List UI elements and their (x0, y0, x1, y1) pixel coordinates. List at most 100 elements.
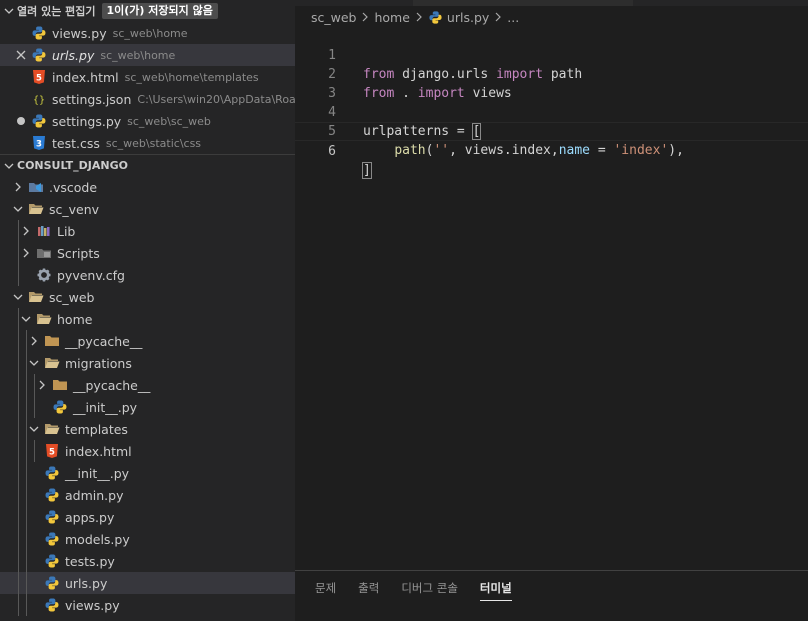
chevron-down-icon (2, 4, 16, 18)
tree-item-index-html[interactable]: 5 index.html (0, 440, 295, 462)
code-area[interactable]: 1 from django.urls import path 2 from . … (295, 27, 808, 179)
open-editor-item-views-py[interactable]: views.py sc_web\home (0, 22, 295, 44)
tree-item-migrations-init-py[interactable]: __init__.py (0, 396, 295, 418)
code-line: 1 from django.urls import path (295, 27, 808, 82)
tree-label: urls.py (65, 575, 108, 591)
open-editors-header[interactable]: 열려 있는 편집기 1이(가) 저장되지 않음 (0, 0, 295, 22)
file-name: urls.py (52, 47, 95, 63)
chevron-right-icon (11, 180, 25, 194)
folder-open-icon (36, 311, 52, 327)
open-editors-title: 열려 있는 편집기 (17, 5, 96, 18)
chevron-right-icon (27, 334, 41, 348)
editor: sc_web home urls.py ... 1 from django.ur… (295, 0, 808, 570)
chevron-down-icon (27, 356, 41, 370)
tree-item-views-py[interactable]: views.py (0, 594, 295, 616)
tab-debug-console[interactable]: 디버그 콘솔 (401, 571, 458, 605)
tree-label: migrations (65, 355, 132, 371)
tree-item-migrations[interactable]: migrations (0, 352, 295, 374)
python-icon (44, 531, 60, 547)
library-folder-icon (36, 223, 52, 239)
tab-terminal[interactable]: 터미널 (479, 571, 512, 605)
breadcrumb-item[interactable]: sc_web (311, 10, 356, 25)
svg-text:3: 3 (36, 140, 42, 150)
tree-label: Lib (57, 223, 76, 239)
python-icon (44, 465, 60, 481)
explorer-header[interactable]: CONSULT_DJANGO (0, 154, 295, 176)
chevron-right-icon (493, 12, 503, 22)
breadcrumb-item[interactable]: urls.py (447, 10, 489, 25)
code-line-current: 6 ] (295, 122, 808, 179)
file-name: views.py (52, 25, 107, 41)
tree-item-home[interactable]: home (0, 308, 295, 330)
vscode-folder-icon (28, 179, 44, 195)
explorer-title: CONSULT_DJANGO (17, 159, 128, 172)
tab-problems[interactable]: 문제 (315, 571, 336, 605)
svg-text:5: 5 (36, 74, 42, 84)
python-icon (44, 487, 60, 503)
line-number: 6 (328, 144, 336, 159)
line-content: ] (362, 162, 372, 179)
folder-icon (44, 333, 60, 349)
file-name: settings.json (52, 91, 132, 107)
file-path: sc_web\home (100, 48, 176, 62)
tree-label: sc_venv (49, 201, 100, 217)
open-editor-item-settings-json[interactable]: {} settings.json C:\Users\win20\AppData\… (0, 88, 295, 110)
html-icon: 5 (44, 443, 60, 459)
file-name: index.html (52, 69, 119, 85)
file-name: test.css (52, 135, 100, 151)
tree-item-sc-web[interactable]: sc_web (0, 286, 295, 308)
folder-icon (52, 377, 68, 393)
file-path: sc_web\sc_web (127, 114, 211, 128)
close-icon[interactable] (14, 48, 28, 62)
tree-item-urls-py[interactable]: urls.py (0, 572, 295, 594)
code-line: 5 path('', views.index,name = 'index'), (295, 103, 808, 158)
tree-item-templates[interactable]: templates (0, 418, 295, 440)
tree-item-vscode[interactable]: .vscode (0, 176, 295, 198)
breadcrumb-item[interactable]: home (374, 10, 409, 25)
tree-label: sc_web (49, 289, 95, 305)
folder-open-icon (28, 289, 44, 305)
tree-label: index.html (65, 443, 132, 459)
tree-item-scripts[interactable]: Scripts (0, 242, 295, 264)
python-icon (44, 509, 60, 525)
tree-label: __init__.py (73, 399, 138, 415)
chevron-down-icon (19, 312, 33, 326)
tree-label: __pycache__ (73, 377, 151, 393)
tree-label: admin.py (65, 487, 124, 503)
open-editor-item-test-css[interactable]: 3 test.css sc_web\static\css (0, 132, 295, 154)
html-icon: 5 (31, 69, 47, 85)
chevron-right-icon (35, 378, 49, 392)
file-name: settings.py (52, 113, 122, 129)
code-line: 2 from . import views (295, 46, 808, 101)
file-path: C:\Users\win20\AppData\Roa... (137, 92, 295, 106)
chevron-right-icon (414, 12, 424, 22)
tree-label: __pycache__ (65, 333, 143, 349)
tree-item-home-init-py[interactable]: __init__.py (0, 462, 295, 484)
tree-item-lib[interactable]: Lib (0, 220, 295, 242)
tree-item-sc-venv[interactable]: sc_venv (0, 198, 295, 220)
tree-item-apps-py[interactable]: apps.py (0, 506, 295, 528)
open-editor-item-urls-py[interactable]: urls.py sc_web\home (0, 44, 295, 66)
tree-label: views.py (65, 597, 120, 613)
svg-text:{}: {} (33, 95, 45, 106)
python-icon (31, 25, 47, 41)
tree-item-admin-py[interactable]: admin.py (0, 484, 295, 506)
open-editor-item-index-html[interactable]: 5 index.html sc_web\home\templates (0, 66, 295, 88)
tree-label: Scripts (57, 245, 100, 261)
tree-item-tests-py[interactable]: tests.py (0, 550, 295, 572)
tab-output[interactable]: 출력 (358, 571, 379, 605)
breadcrumb-item[interactable]: ... (507, 10, 519, 25)
svg-text:5: 5 (49, 448, 55, 458)
chevron-down-icon (11, 202, 25, 216)
tree-item-migrations-pycache[interactable]: __pycache__ (0, 374, 295, 396)
breadcrumb: sc_web home urls.py ... (295, 6, 519, 28)
open-editor-item-settings-py[interactable]: settings.py sc_web\sc_web (0, 110, 295, 132)
tree-label: tests.py (65, 553, 115, 569)
tree-item-pycache[interactable]: __pycache__ (0, 330, 295, 352)
chevron-right-icon (19, 224, 33, 238)
tree-label: .vscode (49, 179, 98, 195)
tree-item-models-py[interactable]: models.py (0, 528, 295, 550)
tree-item-pyvenv-cfg[interactable]: pyvenv.cfg (0, 264, 295, 286)
sidebar: 열려 있는 편집기 1이(가) 저장되지 않음 views.py sc_web\… (0, 0, 295, 621)
tree-label: __init__.py (65, 465, 130, 481)
